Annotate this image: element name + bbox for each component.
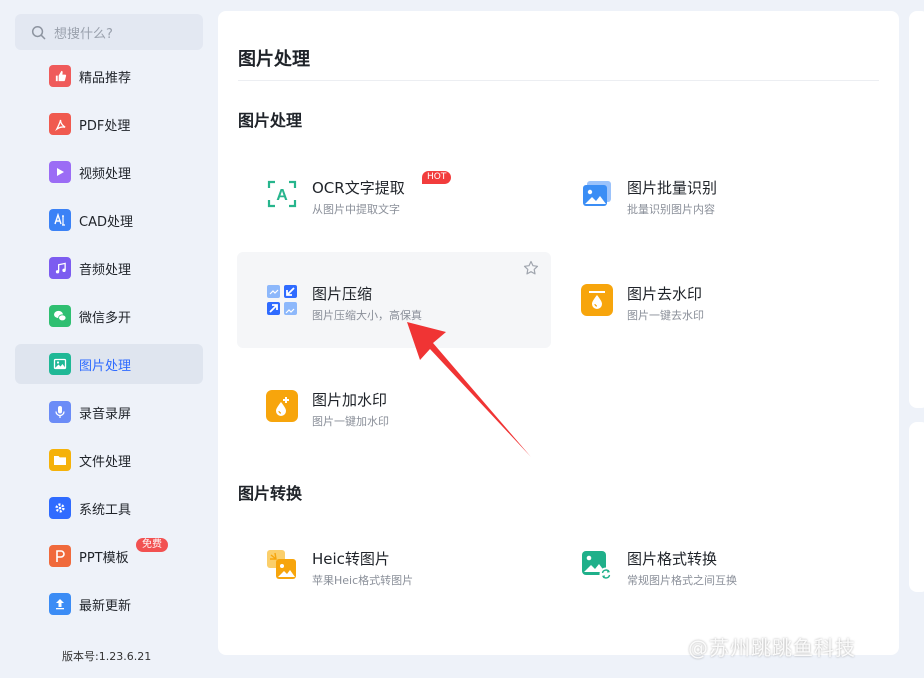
tool-desc: 图片压缩大小，高保真 (312, 309, 422, 322)
sidebar-item-recommended[interactable]: 精品推荐 (15, 56, 203, 96)
sidebar-item-ppt[interactable]: PPT模板 免费 (15, 536, 203, 576)
tool-card-compress[interactable]: 图片压缩 图片压缩大小，高保真 (237, 252, 551, 348)
free-badge: 免费 (136, 538, 168, 552)
section-title: 图片处理 (238, 111, 303, 130)
search-icon (31, 25, 46, 39)
tool-desc: 苹果Heic格式转图片 (312, 574, 414, 587)
page-title: 图片处理 (238, 49, 310, 70)
tool-card-batch-recognize[interactable]: 图片批量识别 批量识别图片内容 (552, 146, 866, 242)
main-panel: 图片处理 图片处理 A OCR文字提取 HOT 从图片中提取文字 图片批量识别 … (218, 11, 899, 655)
tool-name: 图片格式转换 (627, 550, 718, 568)
wechat-icon (49, 305, 71, 327)
svg-text:A: A (276, 187, 288, 204)
gear-icon (49, 497, 71, 519)
tool-desc: 图片一键加水印 (312, 415, 389, 428)
sidebar-item-label: 图片处理 (79, 358, 132, 374)
tool-desc: 常规图片格式之间互换 (627, 574, 737, 587)
tool-desc: 图片一键去水印 (627, 309, 704, 322)
add-watermark-icon (266, 390, 298, 422)
search-placeholder: 想搜什么? (54, 26, 113, 42)
play-icon (49, 161, 71, 183)
sidebar-item-label: 系统工具 (79, 502, 132, 518)
format-convert-icon (581, 549, 613, 581)
ocr-icon: A (266, 178, 298, 210)
sidebar-item-cad[interactable]: CAD处理 (15, 200, 203, 240)
music-icon (49, 257, 71, 279)
sidebar-nav: 精品推荐 PDF处理 视频处理 CAD处理 音频处理 微信多开 图片处理 录音录… (15, 56, 203, 632)
side-panel-strip (909, 422, 924, 592)
watermark-text: @苏州跳跳鱼科技 (688, 636, 856, 660)
sidebar-item-wechat[interactable]: 微信多开 (15, 296, 203, 336)
sidebar-item-label: 微信多开 (79, 310, 132, 326)
sidebar-item-updates[interactable]: 最新更新 (15, 584, 203, 624)
microphone-icon (49, 401, 71, 423)
compress-icon (266, 284, 298, 316)
sidebar-item-pdf[interactable]: PDF处理 (15, 104, 203, 144)
folder-icon (49, 449, 71, 471)
image-icon (49, 353, 71, 375)
tool-card-heic[interactable]: Heic转图片 苹果Heic格式转图片 (237, 517, 551, 613)
tool-card-ocr[interactable]: A OCR文字提取 HOT 从图片中提取文字 (237, 146, 551, 242)
tool-name: 图片批量识别 (627, 179, 718, 197)
sidebar-item-label: PPT模板 (79, 550, 129, 566)
tool-card-format-convert[interactable]: 图片格式转换 常规图片格式之间互换 (552, 517, 866, 613)
version-label: 版本号:1.23.6.21 (62, 650, 152, 663)
tool-desc: 从图片中提取文字 (312, 203, 400, 216)
tool-name: 图片加水印 (312, 391, 388, 409)
divider (238, 80, 879, 81)
sidebar-item-label: 最新更新 (79, 598, 132, 614)
search-input[interactable]: 想搜什么? (15, 14, 203, 50)
section-title: 图片转换 (238, 484, 303, 503)
sidebar-item-image[interactable]: 图片处理 (15, 344, 203, 384)
thumbs-up-icon (49, 65, 71, 87)
heic-convert-icon (266, 549, 298, 581)
tool-name: 图片压缩 (312, 285, 373, 303)
sidebar-item-audio[interactable]: 音频处理 (15, 248, 203, 288)
sidebar-item-label: 录音录屏 (79, 406, 132, 422)
sidebar-item-files[interactable]: 文件处理 (15, 440, 203, 480)
hot-badge: HOT (422, 171, 452, 184)
sidebar-item-label: 文件处理 (79, 454, 132, 470)
tool-name: Heic转图片 (312, 550, 390, 568)
sidebar-item-label: 视频处理 (79, 166, 132, 182)
sidebar-item-label: CAD处理 (79, 214, 133, 230)
sidebar-item-system[interactable]: 系统工具 (15, 488, 203, 528)
sidebar-item-label: PDF处理 (79, 118, 131, 134)
ppt-icon (49, 545, 71, 567)
star-icon[interactable] (523, 260, 539, 276)
sidebar-item-video[interactable]: 视频处理 (15, 152, 203, 192)
remove-watermark-icon (581, 284, 613, 316)
tool-card-add-watermark[interactable]: 图片加水印 图片一键加水印 (237, 358, 551, 454)
tool-desc: 批量识别图片内容 (627, 203, 715, 216)
tool-card-remove-watermark[interactable]: 图片去水印 图片一键去水印 (552, 252, 866, 348)
sidebar-item-record[interactable]: 录音录屏 (15, 392, 203, 432)
tool-name: 图片去水印 (627, 285, 703, 303)
sidebar-item-label: 音频处理 (79, 262, 132, 278)
sidebar-item-label: 精品推荐 (79, 70, 132, 86)
side-panel-strip (909, 11, 924, 408)
upload-icon (49, 593, 71, 615)
tool-name: OCR文字提取 (312, 179, 405, 197)
cad-icon (49, 209, 71, 231)
pdf-icon (49, 113, 71, 135)
image-batch-icon (581, 178, 613, 210)
